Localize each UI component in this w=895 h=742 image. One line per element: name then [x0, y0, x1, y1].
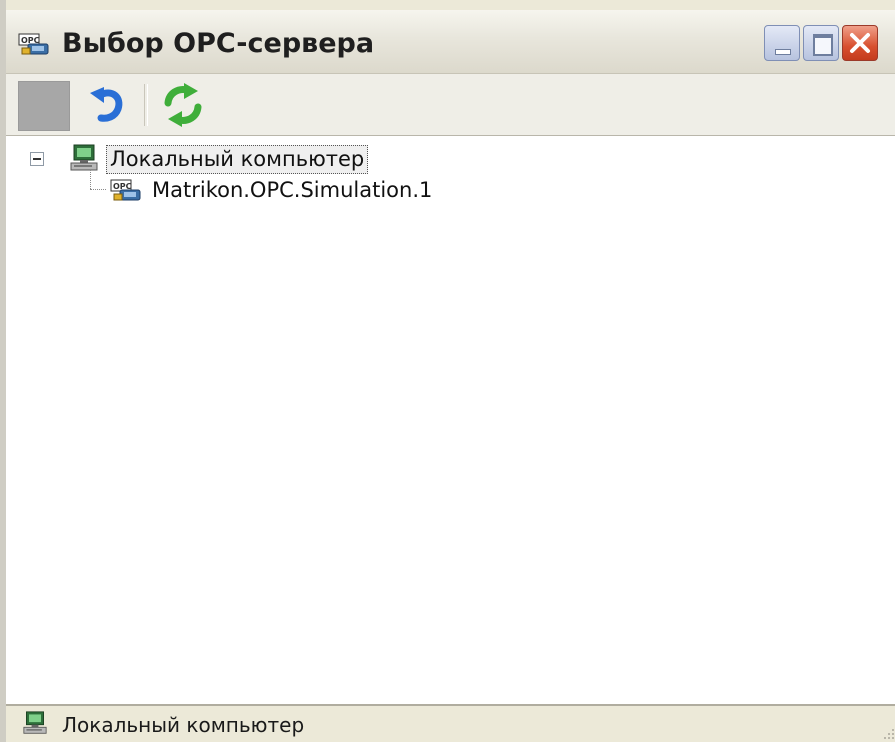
computer-icon	[23, 711, 47, 734]
tree-node-local-computer[interactable]: Локальный компьютер	[106, 145, 369, 174]
opc-server-icon: OPC	[110, 179, 141, 201]
computer-icon	[70, 144, 98, 171]
tree-connector	[90, 169, 91, 189]
close-button[interactable]	[842, 25, 878, 61]
resize-grip-icon[interactable]	[881, 726, 895, 740]
tree-connector	[90, 189, 106, 190]
close-icon	[850, 33, 870, 53]
refresh-icon	[164, 83, 202, 127]
status-bar: Локальный компьютер	[6, 706, 895, 742]
undo-button[interactable]	[82, 81, 132, 129]
disabled-toolbar-button	[18, 81, 70, 131]
status-text: Локальный компьютер	[62, 713, 305, 737]
opc-server-icon: OPC	[18, 33, 49, 55]
window-title: Выбор OPC-сервера	[62, 28, 375, 59]
title-bar[interactable]: OPC Выбор OPC-сервера	[6, 10, 895, 74]
undo-icon	[90, 87, 123, 122]
tree-node-matrikon-server[interactable]: Matrikon.OPC.Simulation.1	[152, 178, 432, 202]
toolbar	[6, 74, 895, 136]
toolbar-separator	[144, 84, 148, 126]
collapse-toggle[interactable]	[30, 152, 44, 166]
opc-server-dialog: OPC Выбор OPC-сервера Локальный компьюте…	[0, 0, 895, 742]
server-tree[interactable]: Локальный компьютер OPC Matrikon.OPC.Sim…	[6, 136, 895, 706]
refresh-button[interactable]	[158, 81, 208, 129]
maximize-button[interactable]	[803, 25, 839, 61]
minimize-button[interactable]	[764, 25, 800, 61]
